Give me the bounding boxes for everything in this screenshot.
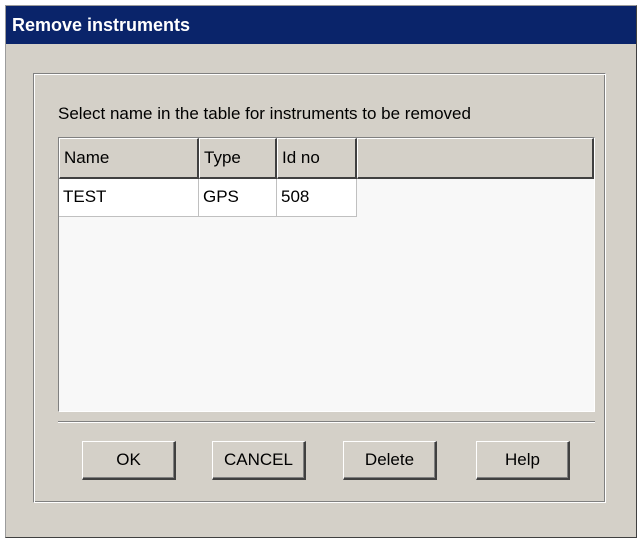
dialog-title: Remove instruments — [6, 6, 636, 44]
separator — [58, 421, 595, 423]
column-header-id-no[interactable]: Id no — [277, 138, 357, 179]
instruments-table: Name Type Id no TEST GPS 508 — [58, 137, 595, 412]
column-header-type[interactable]: Type — [199, 138, 277, 179]
table-header: Name Type Id no — [59, 138, 594, 179]
column-header-filler — [357, 138, 594, 179]
delete-button[interactable]: Delete — [343, 441, 437, 480]
cell-name[interactable]: TEST — [59, 179, 199, 217]
cell-id-no[interactable]: 508 — [277, 179, 357, 217]
cancel-button[interactable]: CANCEL — [212, 441, 306, 480]
help-button[interactable]: Help — [476, 441, 570, 480]
cell-type[interactable]: GPS — [199, 179, 277, 217]
table-row[interactable]: TEST GPS 508 — [59, 179, 357, 217]
column-header-name[interactable]: Name — [59, 138, 199, 179]
instructions-label: Select name in the table for instruments… — [58, 104, 471, 123]
ok-button[interactable]: OK — [82, 441, 176, 480]
